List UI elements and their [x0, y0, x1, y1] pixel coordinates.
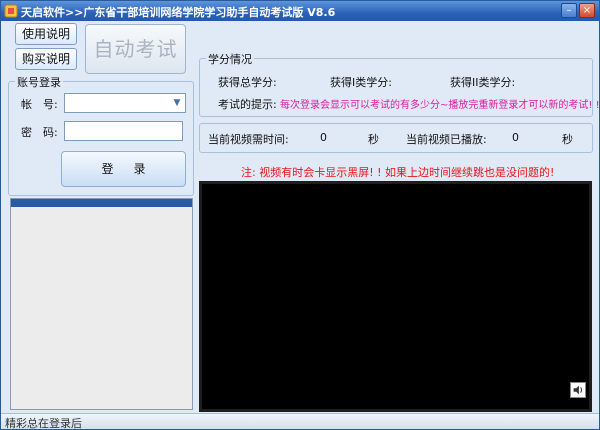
exam-hint-text: 每次登录会显示可以考试的有多少分~播放完重新登录才可以新的考试! !	[280, 100, 600, 111]
account-login-title: 账号登录	[15, 74, 63, 90]
usage-button[interactable]: 使用说明	[15, 23, 77, 45]
purchase-button[interactable]: 购买说明	[15, 48, 77, 70]
window-title: 天启软件>>广东省干部培训网络学院学习助手自动考试版 V8.6	[21, 6, 336, 19]
title-bar[interactable]: 天启软件>>广东省干部培训网络学院学习助手自动考试版 V8.6 – ×	[1, 1, 599, 21]
close-button[interactable]: ×	[579, 3, 595, 18]
app-icon	[4, 4, 18, 18]
video-info-group: 当前视频需时间: 0 秒 当前视频已播放: 0 秒	[199, 123, 593, 153]
video-played-unit: 秒	[562, 133, 573, 146]
login-button[interactable]: 登录	[61, 151, 186, 187]
video-played-value: 0	[512, 131, 519, 144]
video-player[interactable]	[199, 181, 592, 412]
video-needed-value: 0	[320, 131, 327, 144]
credits-title: 学分情况	[206, 51, 254, 67]
auto-exam-button[interactable]: 自动考试	[85, 24, 186, 74]
black-screen-warning: 注: 视频有时会卡显示黑屏! ! 如果上边时间继续跳也是没问题的!	[241, 166, 555, 179]
total-credits-label: 获得总学分:	[218, 76, 277, 89]
account-label: 帐 号:	[21, 98, 58, 111]
main-window: 天启软件>>广东省干部培训网络学院学习助手自动考试版 V8.6 – × 使用说明…	[0, 0, 600, 430]
status-text: 精彩总在登录后	[5, 417, 82, 430]
class2-credits-label: 获得II类学分:	[450, 76, 516, 89]
video-needed-unit: 秒	[368, 133, 379, 146]
chevron-down-icon[interactable]: ▼	[170, 95, 184, 111]
minimize-button[interactable]: –	[561, 3, 577, 18]
password-field[interactable]	[64, 121, 183, 141]
account-combo[interactable]: ▼	[64, 93, 186, 113]
credits-group: 学分情况 获得总学分: 获得I类学分: 获得II类学分: 考试的提示: 每次登录…	[199, 51, 600, 117]
video-played-label: 当前视频已播放:	[406, 133, 487, 146]
status-bar: 精彩总在登录后	[1, 413, 599, 430]
speaker-icon[interactable]	[570, 382, 586, 398]
exam-hint-label: 考试的提示:	[218, 98, 277, 111]
password-label: 密 码:	[21, 126, 58, 139]
class1-credits-label: 获得I类学分:	[330, 76, 392, 89]
video-needed-label: 当前视频需时间:	[208, 133, 289, 146]
log-panel-header	[11, 199, 192, 207]
log-panel[interactable]	[10, 198, 193, 410]
